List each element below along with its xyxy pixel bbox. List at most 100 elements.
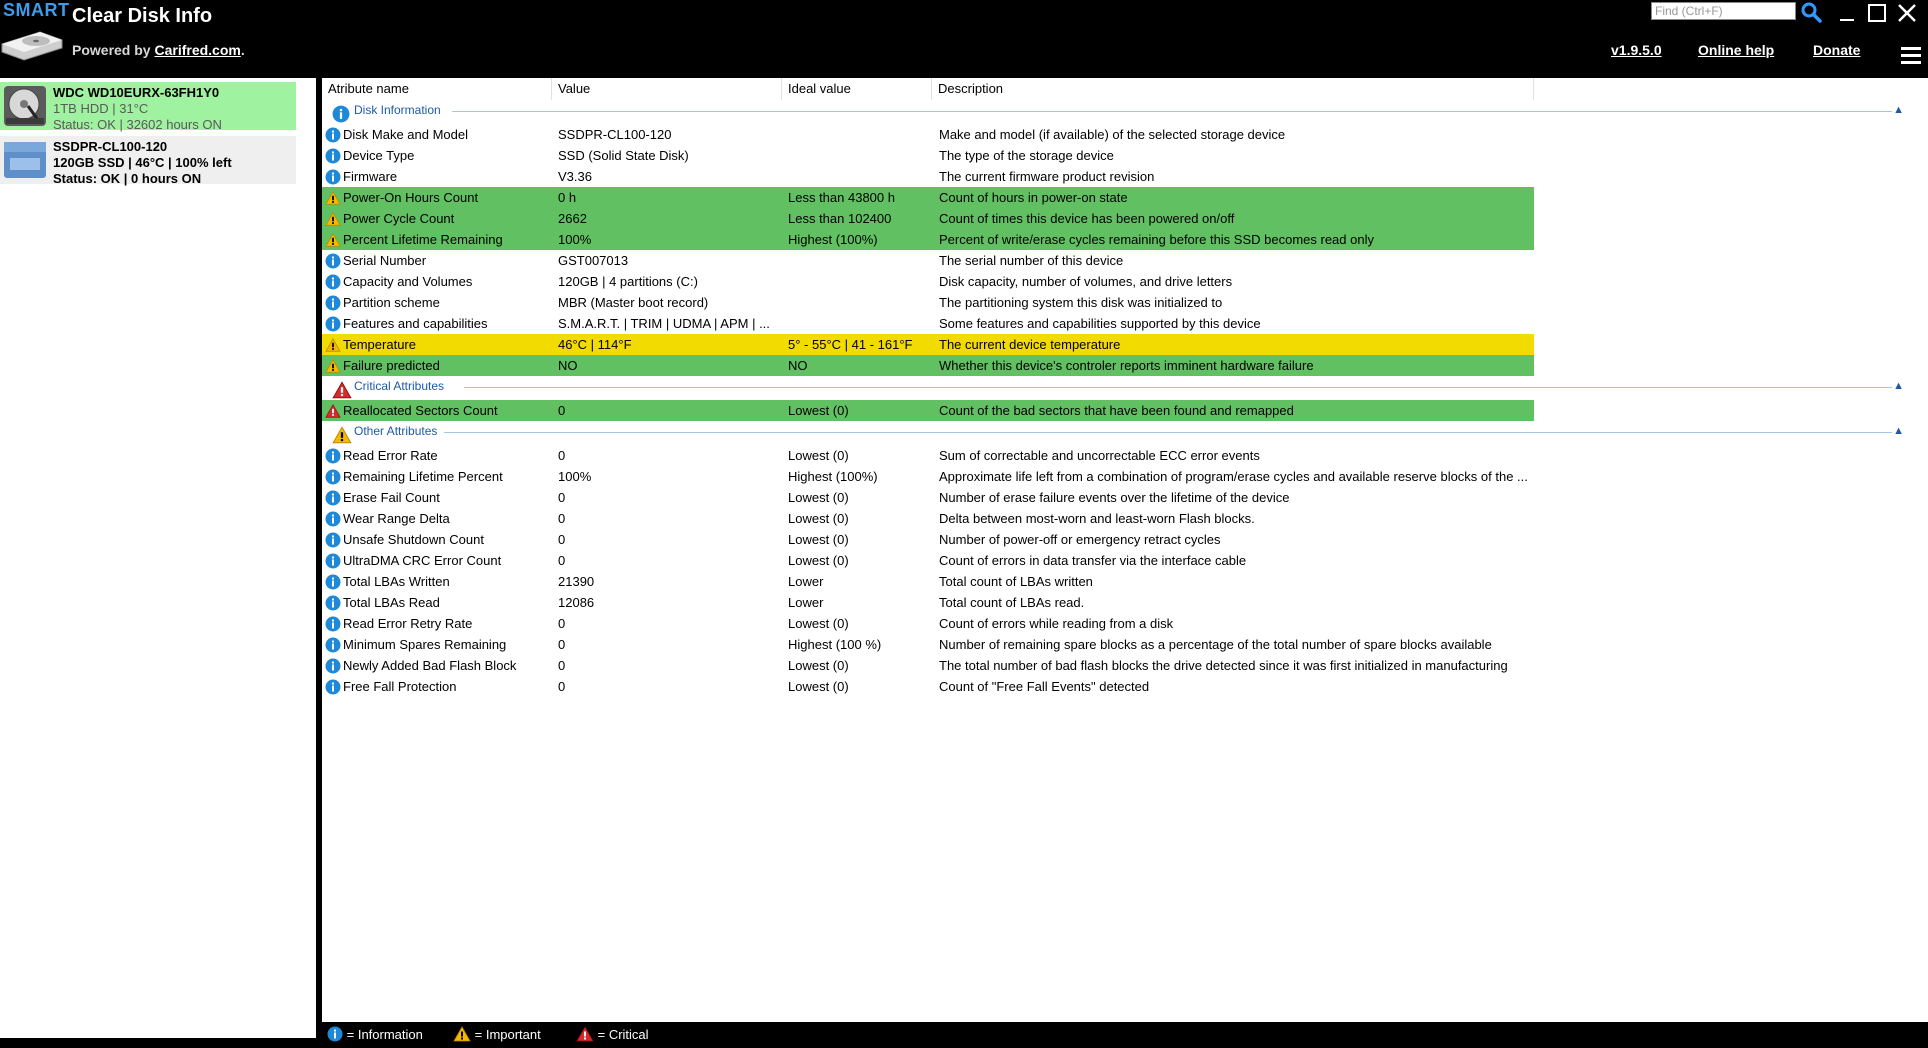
find-input[interactable] [1651, 2, 1796, 20]
attribute-description: The current device temperature [939, 337, 1121, 352]
table-row[interactable]: Wear Range Delta 0 Lowest (0) Delta between… [322, 508, 1534, 529]
table-row[interactable]: Failure predicted NO NO Whether this device… [322, 355, 1534, 376]
legend-bar: = Information = Important = Critical [322, 1022, 1928, 1048]
table-row[interactable]: Temperature 46°C | 114°F 5° - 55°C | 41 - … [322, 334, 1534, 355]
column-header: Atribute name Value Ideal value Descript… [322, 78, 1534, 100]
attribute-description: Disk capacity, number of volumes, and dr… [939, 274, 1233, 289]
table-row[interactable]: Power Cycle Count 2662 Less than 102400 Cou… [322, 208, 1534, 229]
attribute-name: Percent Lifetime Remaining [343, 232, 503, 247]
donate-link[interactable]: Donate [1813, 42, 1860, 58]
attribute-description: Count of times this device has been powe… [939, 211, 1235, 226]
app-title: Clear Disk Info [72, 5, 213, 27]
attribute-description: Count of "Free Fall Events" detected [939, 679, 1150, 694]
attribute-name: Newly Added Bad Flash Block [343, 658, 517, 673]
table-row[interactable]: Read Error Retry Rate 0 Lowest (0) Count of… [322, 613, 1534, 634]
version-link[interactable]: v1.9.5.0 [1611, 42, 1662, 58]
group-header[interactable]: Disk Information ▲ [322, 100, 1912, 124]
info-icon [325, 616, 341, 632]
drive-item-wdc[interactable]: WDC WD10EURX-63FH1Y0 1TB HDD | 31°C Stat… [0, 82, 296, 132]
table-row[interactable]: Read Error Rate 0 Lowest (0) Sum of correct… [322, 445, 1534, 466]
attribute-ideal: Highest (100%) [788, 469, 878, 484]
attribute-value: 100% [558, 469, 592, 484]
attribute-value: 0 [558, 490, 566, 505]
table-row[interactable]: Power-On Hours Count 0 h Less than 43800 h… [322, 187, 1534, 208]
attribute-name: Total LBAs Read [343, 595, 440, 610]
attribute-value: 12086 [558, 595, 595, 610]
attribute-ideal: Lowest (0) [788, 511, 849, 526]
attribute-value: SSDPR-CL100-120 [558, 127, 672, 142]
attribute-name: Reallocated Sectors Count [343, 403, 498, 418]
table-row[interactable]: Percent Lifetime Remaining 100% Highest (1… [322, 229, 1534, 250]
carifred-link[interactable]: Carifred.com [154, 42, 240, 58]
collapse-caret-icon[interactable]: ▲ [1893, 425, 1904, 437]
table-row[interactable]: Unsafe Shutdown Count 0 Lowest (0) Number o… [322, 529, 1534, 550]
attribute-name: Device Type [343, 148, 415, 163]
powered-by-text: Powered by Carifred.com. [72, 42, 245, 58]
attribute-value: 0 [558, 511, 566, 526]
column-ideal-value[interactable]: Ideal value [782, 78, 932, 100]
search-icon[interactable] [1800, 1, 1822, 23]
table-row[interactable]: UltraDMA CRC Error Count 0 Lowest (0) Count… [322, 550, 1534, 571]
group-header[interactable]: Critical Attributes ▲ [322, 376, 1912, 400]
attribute-ideal: Less than 102400 [788, 211, 892, 226]
legend-critical-label: = Critical [597, 1027, 649, 1042]
info-icon [325, 511, 341, 527]
table-row[interactable]: Total LBAs Written 21390 Lower Total count … [322, 571, 1534, 592]
table-row[interactable]: Device Type SSD (Solid State Disk) The typ… [322, 145, 1534, 166]
attribute-name: Failure predicted [343, 358, 440, 373]
info-icon [325, 595, 341, 611]
table-row[interactable]: Serial Number GST007013 The serial number … [322, 250, 1534, 271]
attribute-table: Disk Information ▲ Disk Make and Model SSDP… [322, 100, 1912, 697]
table-row[interactable]: Reallocated Sectors Count 0 Lowest (0) Coun… [322, 400, 1534, 421]
table-row[interactable]: Remaining Lifetime Percent 100% Highest (1… [322, 466, 1534, 487]
info-icon [325, 469, 341, 485]
table-row[interactable]: Firmware V3.36 The current firmware produc… [322, 166, 1534, 187]
powered-prefix: Powered by [72, 42, 155, 58]
attribute-description: The serial number of this device [939, 253, 1124, 268]
attribute-value: SSD (Solid State Disk) [558, 148, 689, 163]
table-row[interactable]: Total LBAs Read 12086 Lower Total count of … [322, 592, 1534, 613]
attribute-name: Free Fall Protection [343, 679, 457, 694]
attribute-name: Wear Range Delta [343, 511, 450, 526]
attribute-description: Total count of LBAs written [939, 574, 1093, 589]
info-icon [325, 169, 341, 185]
vertical-scrollbar[interactable] [1914, 78, 1928, 1022]
table-row[interactable]: Free Fall Protection 0 Lowest (0) Count of … [322, 676, 1534, 697]
attribute-name: Total LBAs Written [343, 574, 450, 589]
attribute-ideal: 5° - 55°C | 41 - 161°F [788, 337, 913, 352]
info-icon [325, 316, 341, 332]
hamburger-menu-icon[interactable] [1900, 45, 1922, 67]
critical-icon [325, 403, 341, 419]
column-value[interactable]: Value [552, 78, 782, 100]
column-description[interactable]: Description [932, 78, 1534, 100]
table-row[interactable]: Features and capabilities S.M.A.R.T. | TR… [322, 313, 1534, 334]
table-row[interactable]: Erase Fail Count 0 Lowest (0) Number of era… [322, 487, 1534, 508]
maximize-icon[interactable] [1866, 2, 1888, 24]
group-header[interactable]: Other Attributes ▲ [322, 421, 1912, 445]
attribute-value: MBR (Master boot record) [558, 295, 709, 310]
legend-critical: = Critical [576, 1026, 649, 1044]
attribute-value: 0 [558, 658, 566, 673]
online-help-link[interactable]: Online help [1698, 42, 1774, 58]
collapse-caret-icon[interactable]: ▲ [1893, 380, 1904, 392]
table-row[interactable]: Disk Make and Model SSDPR-CL100-120 Make a… [322, 124, 1534, 145]
table-row[interactable]: Partition scheme MBR (Master boot record)… [322, 292, 1534, 313]
warning-icon [325, 358, 341, 374]
table-row[interactable]: Newly Added Bad Flash Block 0 Lowest (0) Th… [322, 655, 1534, 676]
drive-item-ssdpr[interactable]: SSDPR-CL100-120 120GB SSD | 46°C | 100% … [0, 136, 296, 186]
attribute-name: Power Cycle Count [343, 211, 455, 226]
info-icon [325, 490, 341, 506]
info-icon [325, 274, 341, 290]
table-row[interactable]: Capacity and Volumes 120GB | 4 partitions… [322, 271, 1534, 292]
minimize-icon[interactable] [1836, 2, 1858, 24]
group-divider [444, 432, 1892, 433]
attribute-value: 46°C | 114°F [558, 337, 632, 352]
column-attribute-name[interactable]: Atribute name [322, 78, 552, 100]
attribute-value: 0 [558, 448, 566, 463]
collapse-caret-icon[interactable]: ▲ [1893, 104, 1904, 116]
table-row[interactable]: Minimum Spares Remaining 0 Highest (100 %)… [322, 634, 1534, 655]
close-icon[interactable] [1896, 2, 1918, 24]
info-icon [327, 1026, 343, 1042]
info-icon [325, 574, 341, 590]
group-divider [464, 387, 1892, 388]
